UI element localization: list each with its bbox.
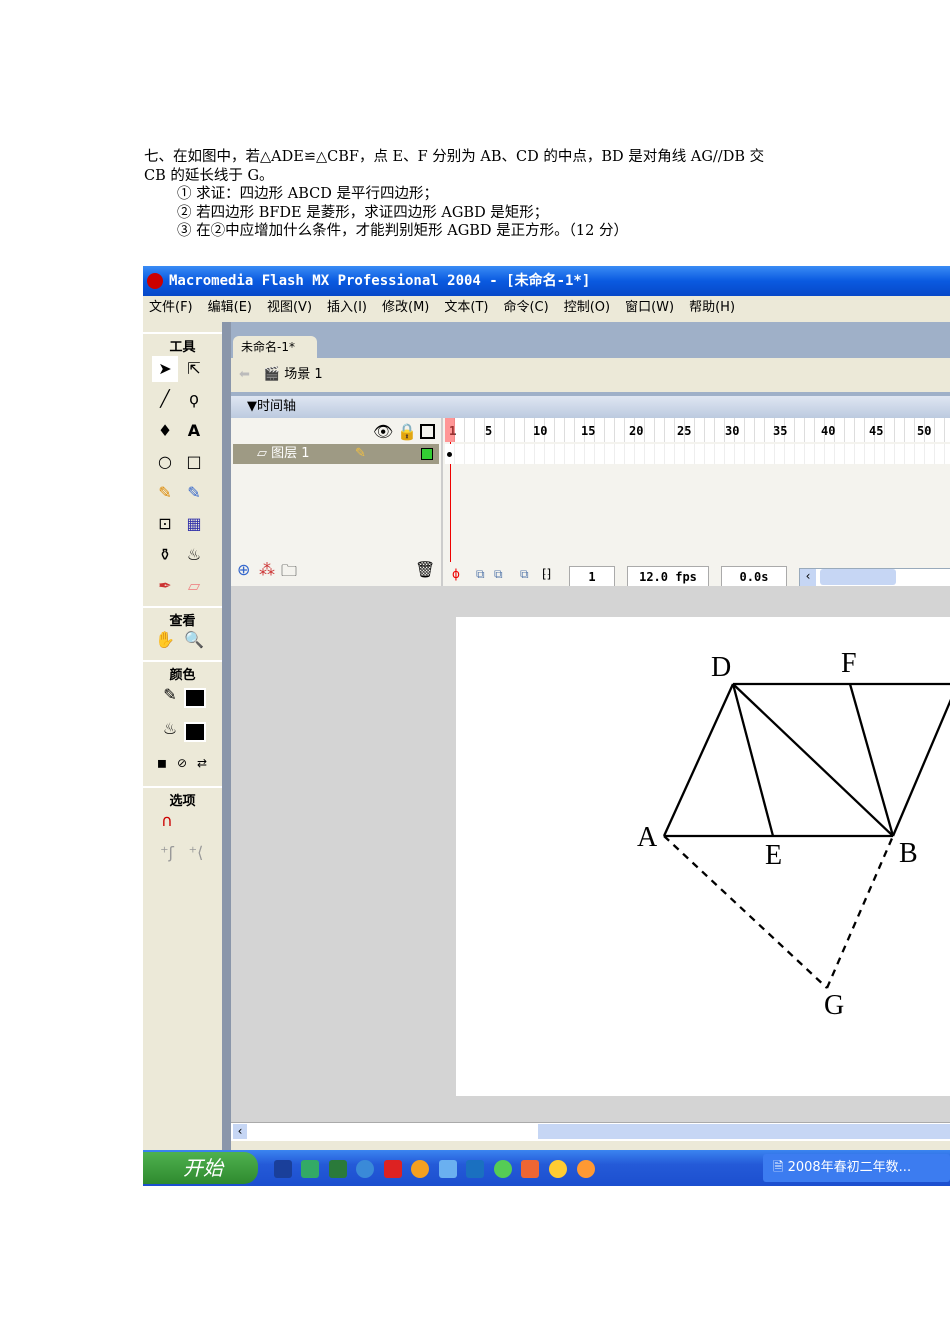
line-DA [662,683,735,837]
start-button[interactable]: 开始 [143,1152,258,1184]
ocr-icon[interactable] [301,1160,319,1178]
question-text: 七、在如图中，若△ADE≌△CBF，点 E、F 分别为 AB、CD 的中点，BD… [144,148,824,241]
label-D: D [711,652,731,683]
label-G: G [824,990,844,1021]
word-icon[interactable] [274,1160,292,1178]
line-DB [732,683,894,837]
qq-icon[interactable] [549,1160,567,1178]
flash-screenshot: Macromedia Flash MX Professional 2004 - … [143,266,950,1186]
line-AG [663,835,828,989]
face-icon[interactable] [577,1160,595,1178]
question-item: ② 若四边形 BFDE 是菱形，求证四边形 AGBD 是矩形； [177,204,549,221]
scroll-thumb[interactable] [538,1124,950,1139]
acrobat-icon[interactable] [384,1160,402,1178]
movie-icon[interactable] [466,1160,484,1178]
app-green-icon[interactable] [494,1160,512,1178]
label-B: B [899,838,918,869]
question-item: ① 求证：四边形 ABCD 是平行四边形； [177,186,438,202]
question-line: CB 的延长线于 G。 [144,167,274,184]
line-DE [731,683,775,837]
line-GB [825,835,895,989]
taskbar: 开始 🗎 2008年春初二年数... [143,1150,950,1186]
question-line: 七、在如图中，若△ADE≌△CBF，点 E、F 分别为 AB、CD 的中点，BD… [144,149,765,165]
scroll-left-icon[interactable]: ‹ [233,1124,247,1139]
label-F: F [841,648,857,679]
geometry-diagram: D F A E B G [637,648,950,1021]
line-BC [891,698,950,837]
label-E: E [765,840,782,871]
media-player-icon[interactable] [411,1160,429,1178]
label-A: A [637,822,658,853]
word-doc-icon: 🗎 [773,1160,784,1175]
question-item: ③ 在②中应增加什么条件，才能判别矩形 AGBD 是正方形。（12 分） [177,223,628,239]
excel-icon[interactable] [329,1160,347,1178]
ie-icon[interactable] [356,1160,374,1178]
download-icon[interactable] [521,1160,539,1178]
stage-horizontal-scrollbar[interactable]: ‹ [231,1122,950,1141]
line-FB [848,683,895,837]
app-icon[interactable] [439,1160,457,1178]
taskbar-window-label: 2008年春初二年数... [787,1160,912,1175]
start-label: 开始 [183,1156,223,1180]
taskbar-window-button[interactable]: 🗎 2008年春初二年数... [763,1154,950,1182]
